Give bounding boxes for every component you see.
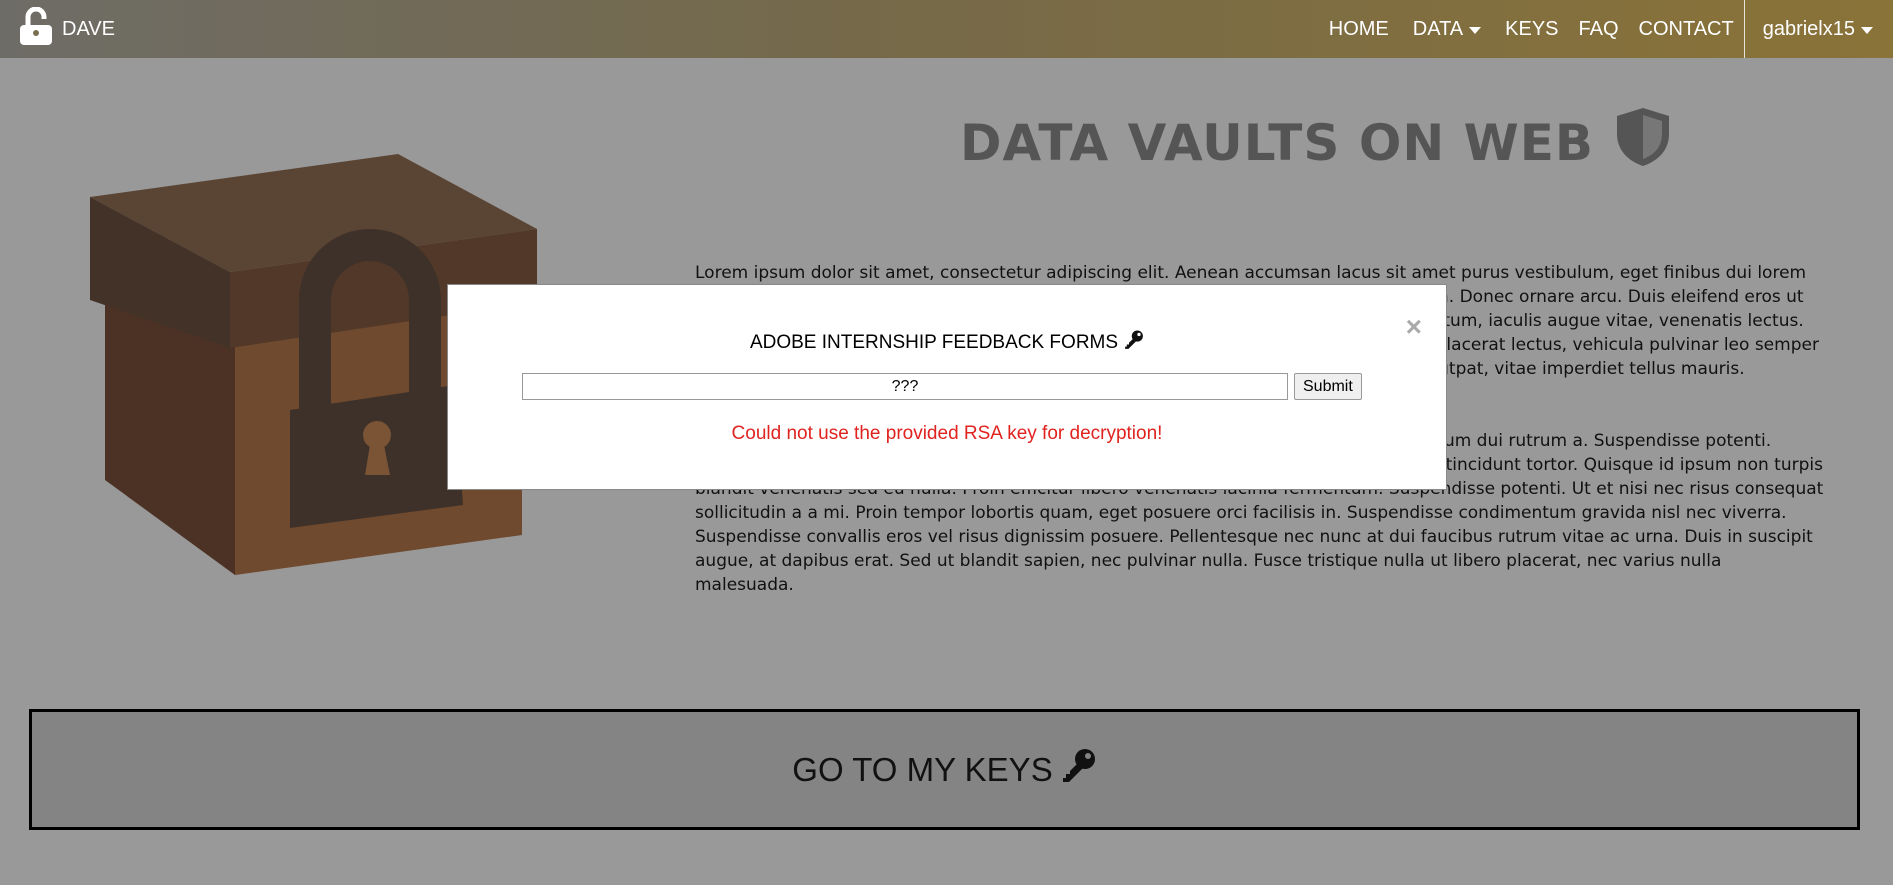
nav-data-dropdown[interactable]: DATA bbox=[1412, 17, 1482, 41]
page-title: DATA VAULTS ON WEB bbox=[960, 108, 1672, 178]
brand-name: DAVE bbox=[62, 17, 115, 40]
navbar: DAVE HOME DATA KEYS FAQ CONTACT gabrielx… bbox=[0, 0, 1893, 58]
key-icon bbox=[1124, 330, 1144, 356]
go-to-keys-button[interactable]: GO TO MY KEYS bbox=[29, 709, 1860, 830]
user-menu[interactable]: gabrielx15 bbox=[1763, 18, 1873, 41]
nav-faq[interactable]: FAQ bbox=[1579, 18, 1619, 41]
caret-down-icon bbox=[1469, 26, 1482, 34]
unlock-icon bbox=[18, 6, 54, 52]
error-message: Could not use the provided RSA key for d… bbox=[731, 423, 1163, 444]
submit-button[interactable]: Submit bbox=[1294, 373, 1362, 400]
nav-contact[interactable]: CONTACT bbox=[1639, 18, 1734, 41]
nav-data-label: DATA bbox=[1412, 17, 1464, 40]
feedback-modal: × ADOBE INTERNSHIP FEEDBACK FORMS Submit… bbox=[447, 284, 1447, 490]
rsa-key-input[interactable] bbox=[522, 373, 1288, 400]
go-to-keys-label: GO TO MY KEYS bbox=[792, 750, 1053, 788]
modal-form: Submit bbox=[522, 373, 1362, 400]
brand[interactable]: DAVE bbox=[18, 0, 115, 58]
key-icon bbox=[1061, 748, 1097, 792]
nav-divider bbox=[1743, 0, 1745, 58]
shield-icon bbox=[1614, 106, 1672, 180]
nav-menu: HOME DATA KEYS FAQ CONTACT gabrielx15 bbox=[1317, 0, 1893, 58]
nav-home[interactable]: HOME bbox=[1329, 18, 1389, 41]
username: gabrielx15 bbox=[1762, 17, 1855, 40]
modal-title-text: ADOBE INTERNSHIP FEEDBACK FORMS bbox=[749, 332, 1119, 353]
caret-down-icon bbox=[1861, 26, 1873, 34]
modal-title: ADOBE INTERNSHIP FEEDBACK FORMS bbox=[448, 330, 1446, 356]
page-title-text: DATA VAULTS ON WEB bbox=[960, 114, 1594, 172]
nav-keys[interactable]: KEYS bbox=[1505, 18, 1558, 41]
